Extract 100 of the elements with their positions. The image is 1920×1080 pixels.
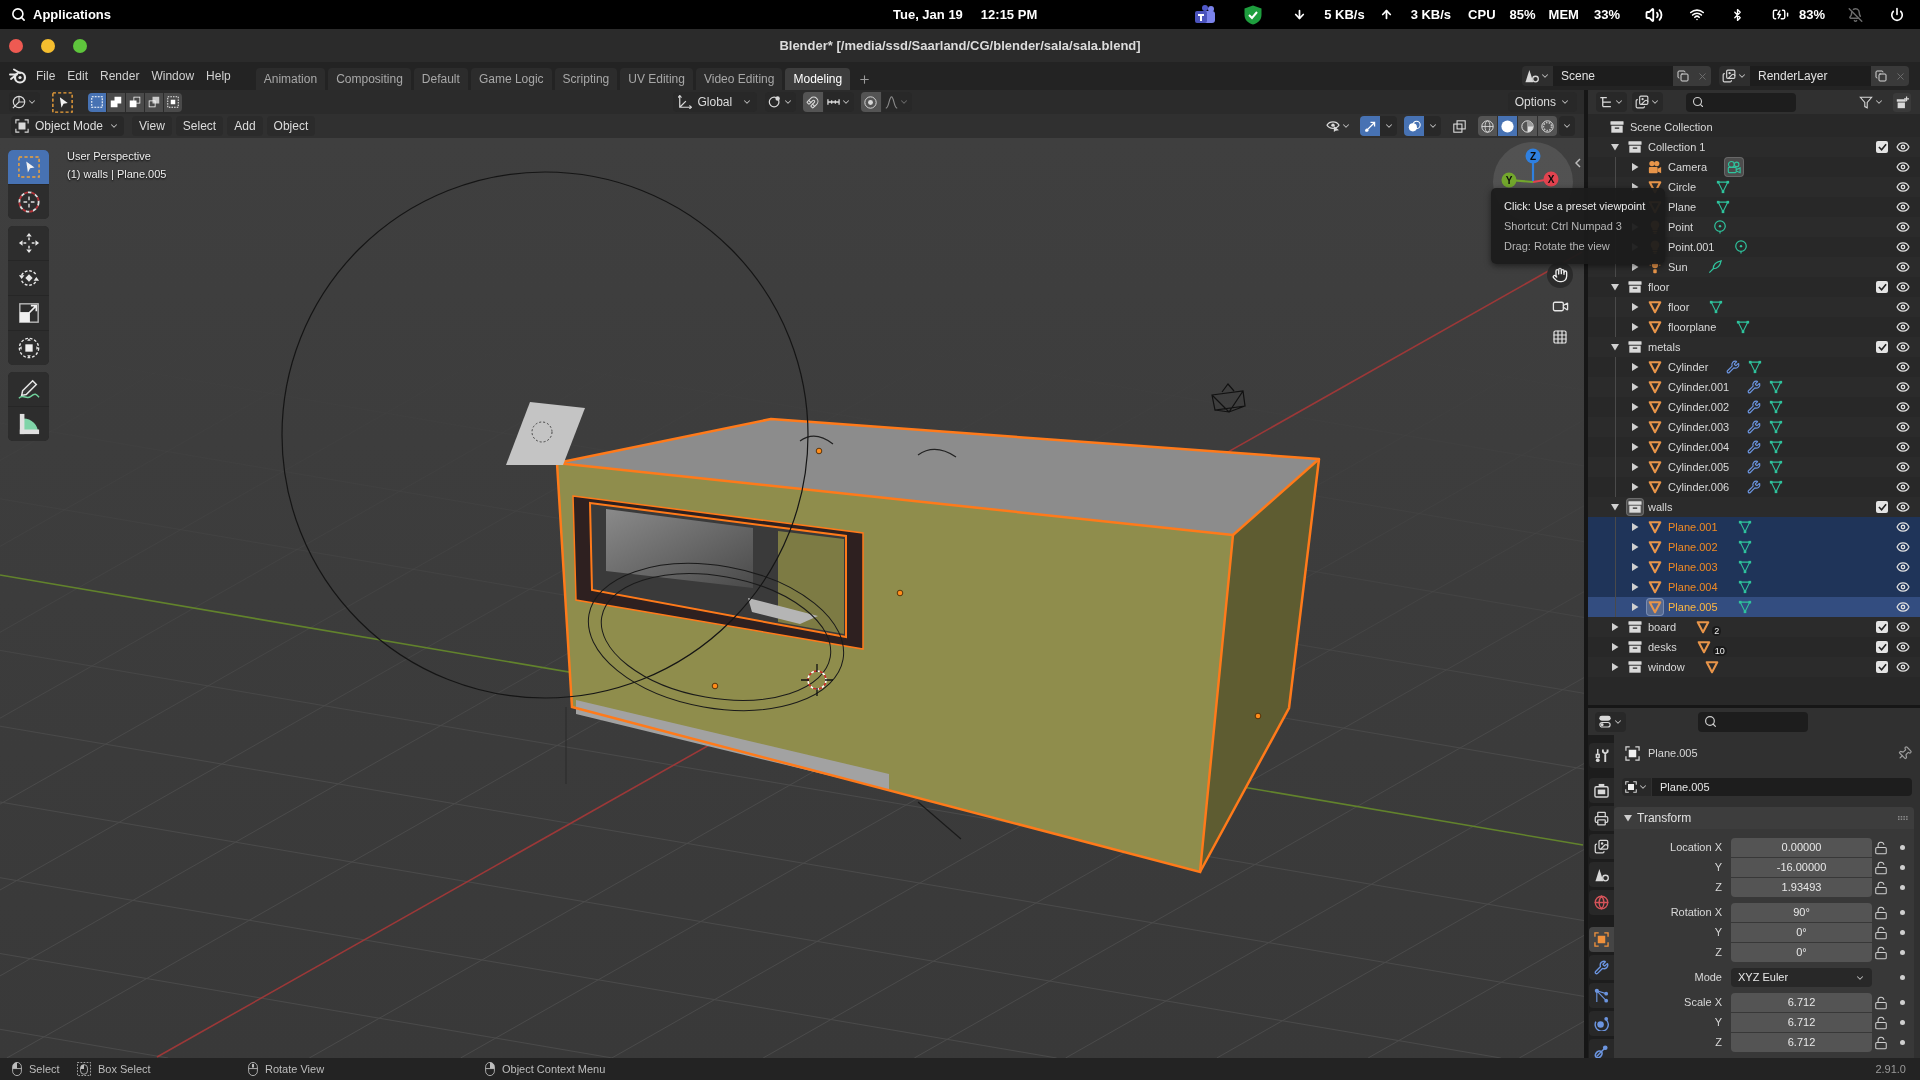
outliner-item-name[interactable]: Cylinder	[1668, 358, 1709, 376]
triangle-right-icon[interactable]	[1631, 263, 1639, 271]
eye-icon[interactable]	[1896, 300, 1910, 314]
triangle-right-icon[interactable]	[1631, 363, 1639, 371]
view-layer-name-field[interactable]: RenderLayer	[1750, 66, 1871, 86]
shading-mode-button[interactable]	[1478, 116, 1497, 136]
axis-ball-icon[interactable]	[1525, 148, 1541, 164]
triangle-right-icon[interactable]	[1611, 663, 1619, 671]
chat-app-icon[interactable]	[1194, 4, 1217, 25]
eye-icon[interactable]	[1896, 440, 1910, 454]
outliner-item-name[interactable]: Camera	[1668, 158, 1708, 176]
properties-tab[interactable]	[1589, 778, 1614, 803]
triangle-right-icon[interactable]	[1631, 563, 1639, 571]
scene-name-field[interactable]: Scene	[1553, 66, 1673, 86]
properties-tab[interactable]	[1589, 862, 1614, 887]
shading-mode-button[interactable]	[1518, 116, 1537, 136]
orientation-dropdown[interactable]: Global	[672, 92, 757, 112]
outliner-row[interactable]: Plane.004	[1588, 577, 1920, 597]
eye-icon[interactable]	[1896, 580, 1910, 594]
eye-icon[interactable]	[1896, 600, 1910, 614]
properties-tab[interactable]	[1589, 1039, 1614, 1058]
proportional-edit-toggle[interactable]	[860, 92, 881, 112]
triangle-right-icon[interactable]	[1631, 383, 1639, 391]
unlocked-padlock-icon[interactable]	[1874, 840, 1888, 855]
tool-button[interactable]	[8, 261, 49, 295]
pan-view-button[interactable]	[1547, 262, 1573, 288]
triangle-down-icon[interactable]	[1611, 283, 1619, 291]
checkbox[interactable]	[1876, 641, 1888, 653]
triangle-right-icon[interactable]	[1631, 163, 1639, 171]
selection-mode-button[interactable]	[126, 92, 144, 112]
shield-check-icon[interactable]	[1244, 4, 1263, 25]
triangle-right-icon[interactable]	[1631, 323, 1639, 331]
mode-dropdown[interactable]: Object Mode	[11, 116, 125, 136]
new-collection-button[interactable]	[1893, 92, 1911, 112]
number-field[interactable]: 1.93493	[1731, 878, 1872, 897]
triangle-down-icon[interactable]	[1624, 814, 1632, 822]
outliner-item-name[interactable]: floorplane	[1668, 318, 1717, 336]
triangle-right-icon[interactable]	[1611, 623, 1619, 631]
eye-icon[interactable]	[1896, 240, 1910, 254]
number-field[interactable]: -16.00000	[1731, 858, 1872, 877]
gizmo-toggle[interactable]	[1360, 116, 1380, 136]
workspace-tab[interactable]: Default	[413, 68, 468, 90]
eye-icon[interactable]	[1896, 360, 1910, 374]
number-field[interactable]: 0°	[1731, 923, 1872, 942]
triangle-right-icon[interactable]	[1631, 403, 1639, 411]
outliner-item-name[interactable]: Scene Collection	[1630, 118, 1713, 136]
checkbox[interactable]	[1876, 661, 1888, 673]
outliner-item-name[interactable]: Point.001	[1668, 238, 1715, 256]
triangle-right-icon[interactable]	[1631, 583, 1639, 591]
outliner-item-name[interactable]: floor	[1648, 278, 1670, 296]
toggle-options-dropdown[interactable]	[1380, 116, 1397, 136]
volume-icon[interactable]	[1643, 5, 1664, 24]
number-field[interactable]: 6.712	[1731, 993, 1872, 1012]
triangle-down-icon[interactable]	[1611, 143, 1619, 151]
eye-icon[interactable]	[1896, 400, 1910, 414]
eye-icon[interactable]	[1896, 200, 1910, 214]
outliner-item-name[interactable]: walls	[1648, 498, 1673, 516]
unlocked-padlock-icon[interactable]	[1874, 995, 1888, 1010]
eye-icon[interactable]	[1896, 460, 1910, 474]
triangle-right-icon[interactable]	[1631, 303, 1639, 311]
eye-icon[interactable]	[1896, 560, 1910, 574]
editor-type-button[interactable]	[1596, 92, 1627, 112]
checkbox[interactable]	[1876, 501, 1888, 513]
tool-button[interactable]	[8, 226, 49, 260]
tool-button[interactable]	[8, 296, 49, 330]
tool-button[interactable]	[8, 372, 49, 406]
notifications-off-icon[interactable]	[1848, 6, 1863, 23]
selection-mode-button[interactable]	[88, 92, 106, 112]
outliner-row[interactable]: Plane.001	[1588, 517, 1920, 537]
number-field[interactable]: 6.712	[1731, 1033, 1872, 1052]
eye-icon[interactable]	[1896, 140, 1910, 154]
outliner-item-name[interactable]: Plane	[1668, 198, 1697, 216]
triangle-right-icon[interactable]	[1631, 463, 1639, 471]
triangle-right-icon[interactable]	[1631, 483, 1639, 491]
selection-mode-button[interactable]	[145, 92, 163, 112]
menu-item[interactable]: Edit	[61, 64, 95, 88]
select-box-icon[interactable]	[52, 91, 73, 113]
unlocked-padlock-icon[interactable]	[1874, 905, 1888, 920]
triangle-down-icon[interactable]	[1611, 503, 1619, 511]
triangle-right-icon[interactable]	[1631, 423, 1639, 431]
outliner-item-name[interactable]: Plane.002	[1668, 538, 1718, 556]
dropdown-field[interactable]: XYZ Euler	[1731, 968, 1872, 987]
unlocked-padlock-icon[interactable]	[1874, 1035, 1888, 1050]
properties-tab[interactable]	[1589, 743, 1614, 768]
checkbox[interactable]	[1876, 281, 1888, 293]
options-dropdown[interactable]: Options	[1507, 92, 1577, 112]
eye-icon[interactable]	[1896, 160, 1910, 174]
outliner-item-name[interactable]: Plane.003	[1668, 558, 1718, 576]
overlays-toggle[interactable]	[1404, 116, 1424, 136]
panel-header[interactable]: Transform	[1614, 807, 1914, 829]
tool-button[interactable]	[8, 407, 49, 441]
eye-icon[interactable]	[1896, 500, 1910, 514]
outliner-item-name[interactable]: Collection 1	[1648, 138, 1706, 156]
display-mode-dropdown[interactable]	[1632, 92, 1663, 112]
number-field[interactable]: 0.00000	[1731, 838, 1872, 857]
triangle-right-icon[interactable]	[1631, 523, 1639, 531]
shading-mode-button[interactable]	[1498, 116, 1517, 136]
outliner-item-name[interactable]: floor	[1668, 298, 1690, 316]
scene-browse-button[interactable]	[1522, 66, 1553, 86]
unlocked-padlock-icon[interactable]	[1874, 880, 1888, 895]
